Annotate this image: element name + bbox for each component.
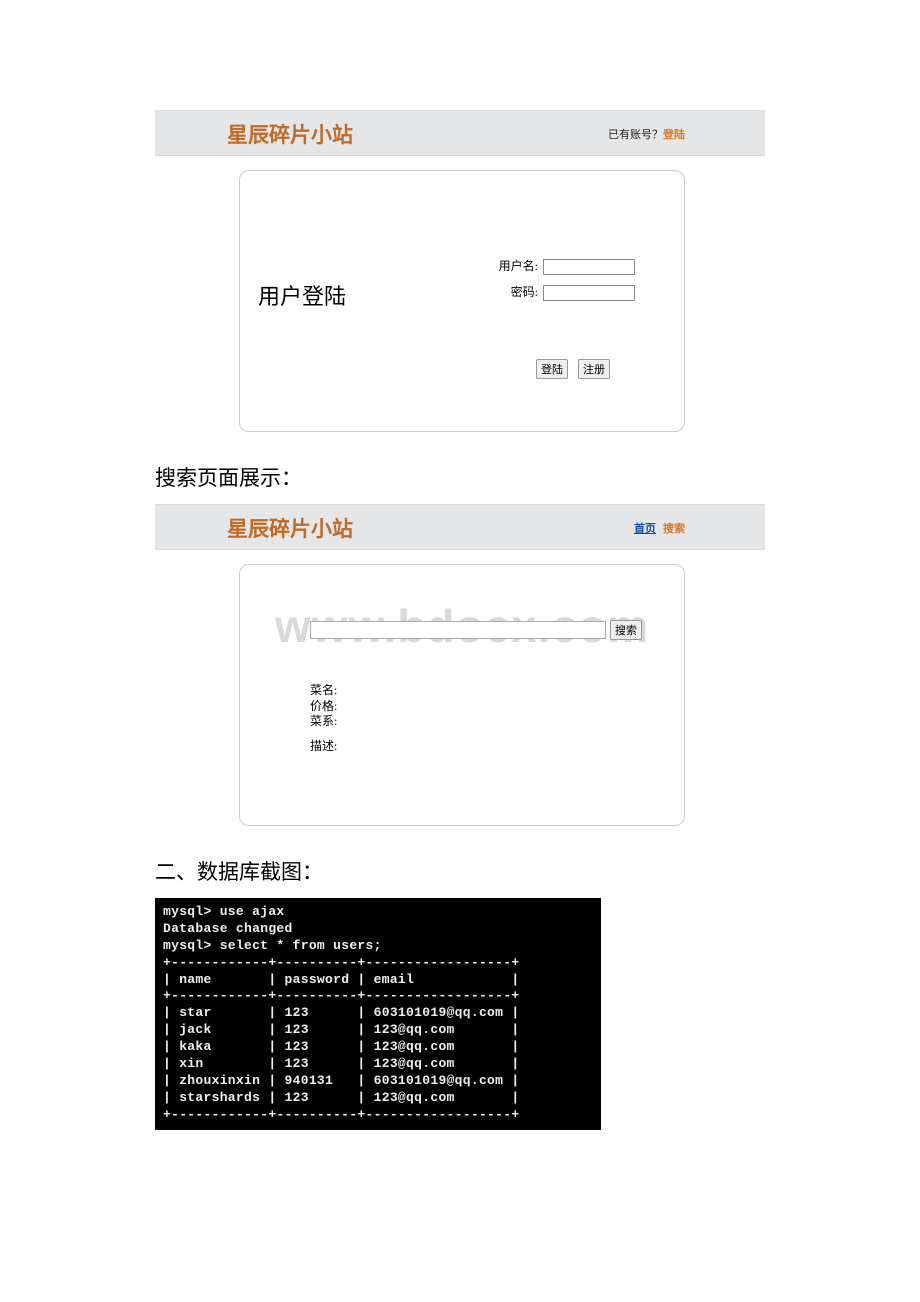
home-link[interactable]: 首页 bbox=[634, 523, 656, 535]
db-heading: 二、数据库截图： bbox=[155, 856, 765, 886]
login-form: 用户名: 密码: bbox=[490, 257, 635, 309]
cuisine-label: 菜系: bbox=[310, 714, 337, 730]
page-wrap: 星辰碎片小站 已有账号？登陆 用户登陆 用户名: 密码: 登陆 注册 搜索页面展… bbox=[0, 0, 920, 1230]
site-title-2: 星辰碎片小站 bbox=[227, 513, 353, 543]
username-row: 用户名: bbox=[490, 257, 635, 275]
dish-name-label: 菜名: bbox=[310, 683, 337, 699]
login-link[interactable]: 登陆 bbox=[663, 129, 685, 141]
top-banner-login: 星辰碎片小站 已有账号？登陆 bbox=[155, 110, 765, 156]
banner-right-text: 已有账号？登陆 bbox=[608, 126, 685, 142]
password-row: 密码: bbox=[490, 283, 635, 301]
login-button[interactable]: 登陆 bbox=[536, 359, 568, 379]
username-input[interactable] bbox=[543, 259, 635, 275]
price-label: 价格: bbox=[310, 699, 337, 715]
prompt-text: 已有账号？ bbox=[608, 129, 663, 141]
terminal-output: mysql> use ajax Database changed mysql> … bbox=[155, 898, 601, 1130]
search-input[interactable] bbox=[310, 621, 606, 639]
password-label: 密码: bbox=[490, 283, 538, 300]
search-row: 搜索 bbox=[310, 620, 642, 640]
login-title: 用户登陆 bbox=[258, 279, 346, 311]
search-heading: 搜索页面展示： bbox=[155, 462, 765, 492]
top-banner-search: 星辰碎片小站 首页 搜索 bbox=[155, 504, 765, 550]
login-card: 用户登陆 用户名: 密码: 登陆 注册 bbox=[239, 170, 685, 432]
register-button[interactable]: 注册 bbox=[578, 359, 610, 379]
search-card: www.bdocx.com 搜索 菜名: 价格: 菜系: 描述: bbox=[239, 564, 685, 826]
site-title: 星辰碎片小站 bbox=[227, 119, 353, 149]
result-labels: 菜名: 价格: 菜系: bbox=[310, 683, 337, 730]
banner2-right: 首页 搜索 bbox=[634, 520, 685, 536]
password-input[interactable] bbox=[543, 285, 635, 301]
desc-label: 描述: bbox=[310, 737, 337, 754]
login-buttons: 登陆 注册 bbox=[536, 359, 616, 379]
username-label: 用户名: bbox=[490, 257, 538, 274]
search-button[interactable]: 搜索 bbox=[610, 620, 642, 640]
search-link[interactable]: 搜索 bbox=[663, 523, 685, 535]
